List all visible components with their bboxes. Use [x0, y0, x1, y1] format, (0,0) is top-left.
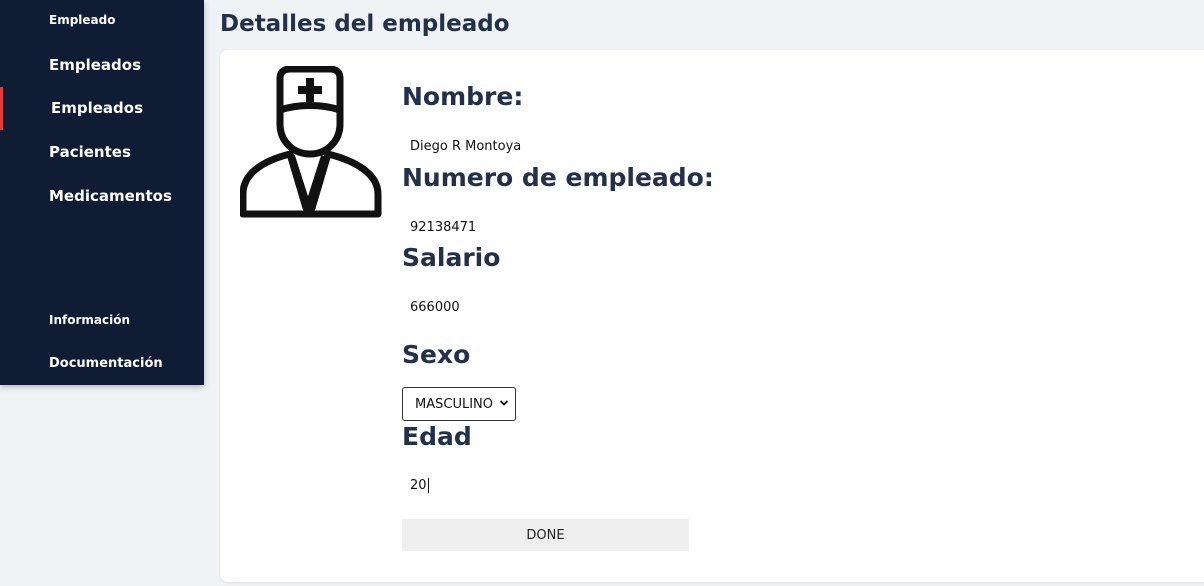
employee-number-value[interactable]: 92138471 [410, 220, 476, 235]
sidebar-item-medicamentos[interactable]: Medicamentos [49, 187, 172, 205]
age-label: Edad [402, 422, 472, 451]
name-value[interactable]: Diego R Montoya [410, 139, 521, 154]
sidebar-item-pacientes[interactable]: Pacientes [49, 143, 131, 161]
done-button[interactable]: DONE [402, 519, 689, 551]
name-label: Nombre: [402, 82, 524, 111]
doctor-icon [239, 65, 382, 218]
salary-label: Salario [402, 243, 501, 272]
sidebar-item-documentacion[interactable]: Documentación [49, 356, 163, 371]
sidebar-item-empleados[interactable]: Empleados [49, 56, 141, 74]
page-title: Detalles del empleado [220, 11, 510, 37]
age-input[interactable]: 20 [410, 478, 429, 493]
text-caret [427, 478, 429, 493]
sidebar-item-empleados-active[interactable]: Empleados [51, 99, 143, 117]
sidebar-active-indicator [0, 87, 3, 130]
sex-select[interactable]: MASCULINO [402, 387, 516, 421]
salary-value[interactable]: 666000 [410, 300, 460, 315]
age-value: 20 [410, 478, 427, 493]
sidebar-section-info[interactable]: Información [49, 313, 130, 327]
employee-number-label: Numero de empleado: [402, 163, 714, 192]
sidebar-section-employee: Empleado [49, 13, 116, 27]
sex-select-value: MASCULINO [415, 397, 493, 412]
sidebar: Empleado Empleados Empleados Pacientes M… [0, 0, 204, 385]
chevron-down-icon [499, 400, 509, 406]
sex-label: Sexo [402, 340, 471, 369]
